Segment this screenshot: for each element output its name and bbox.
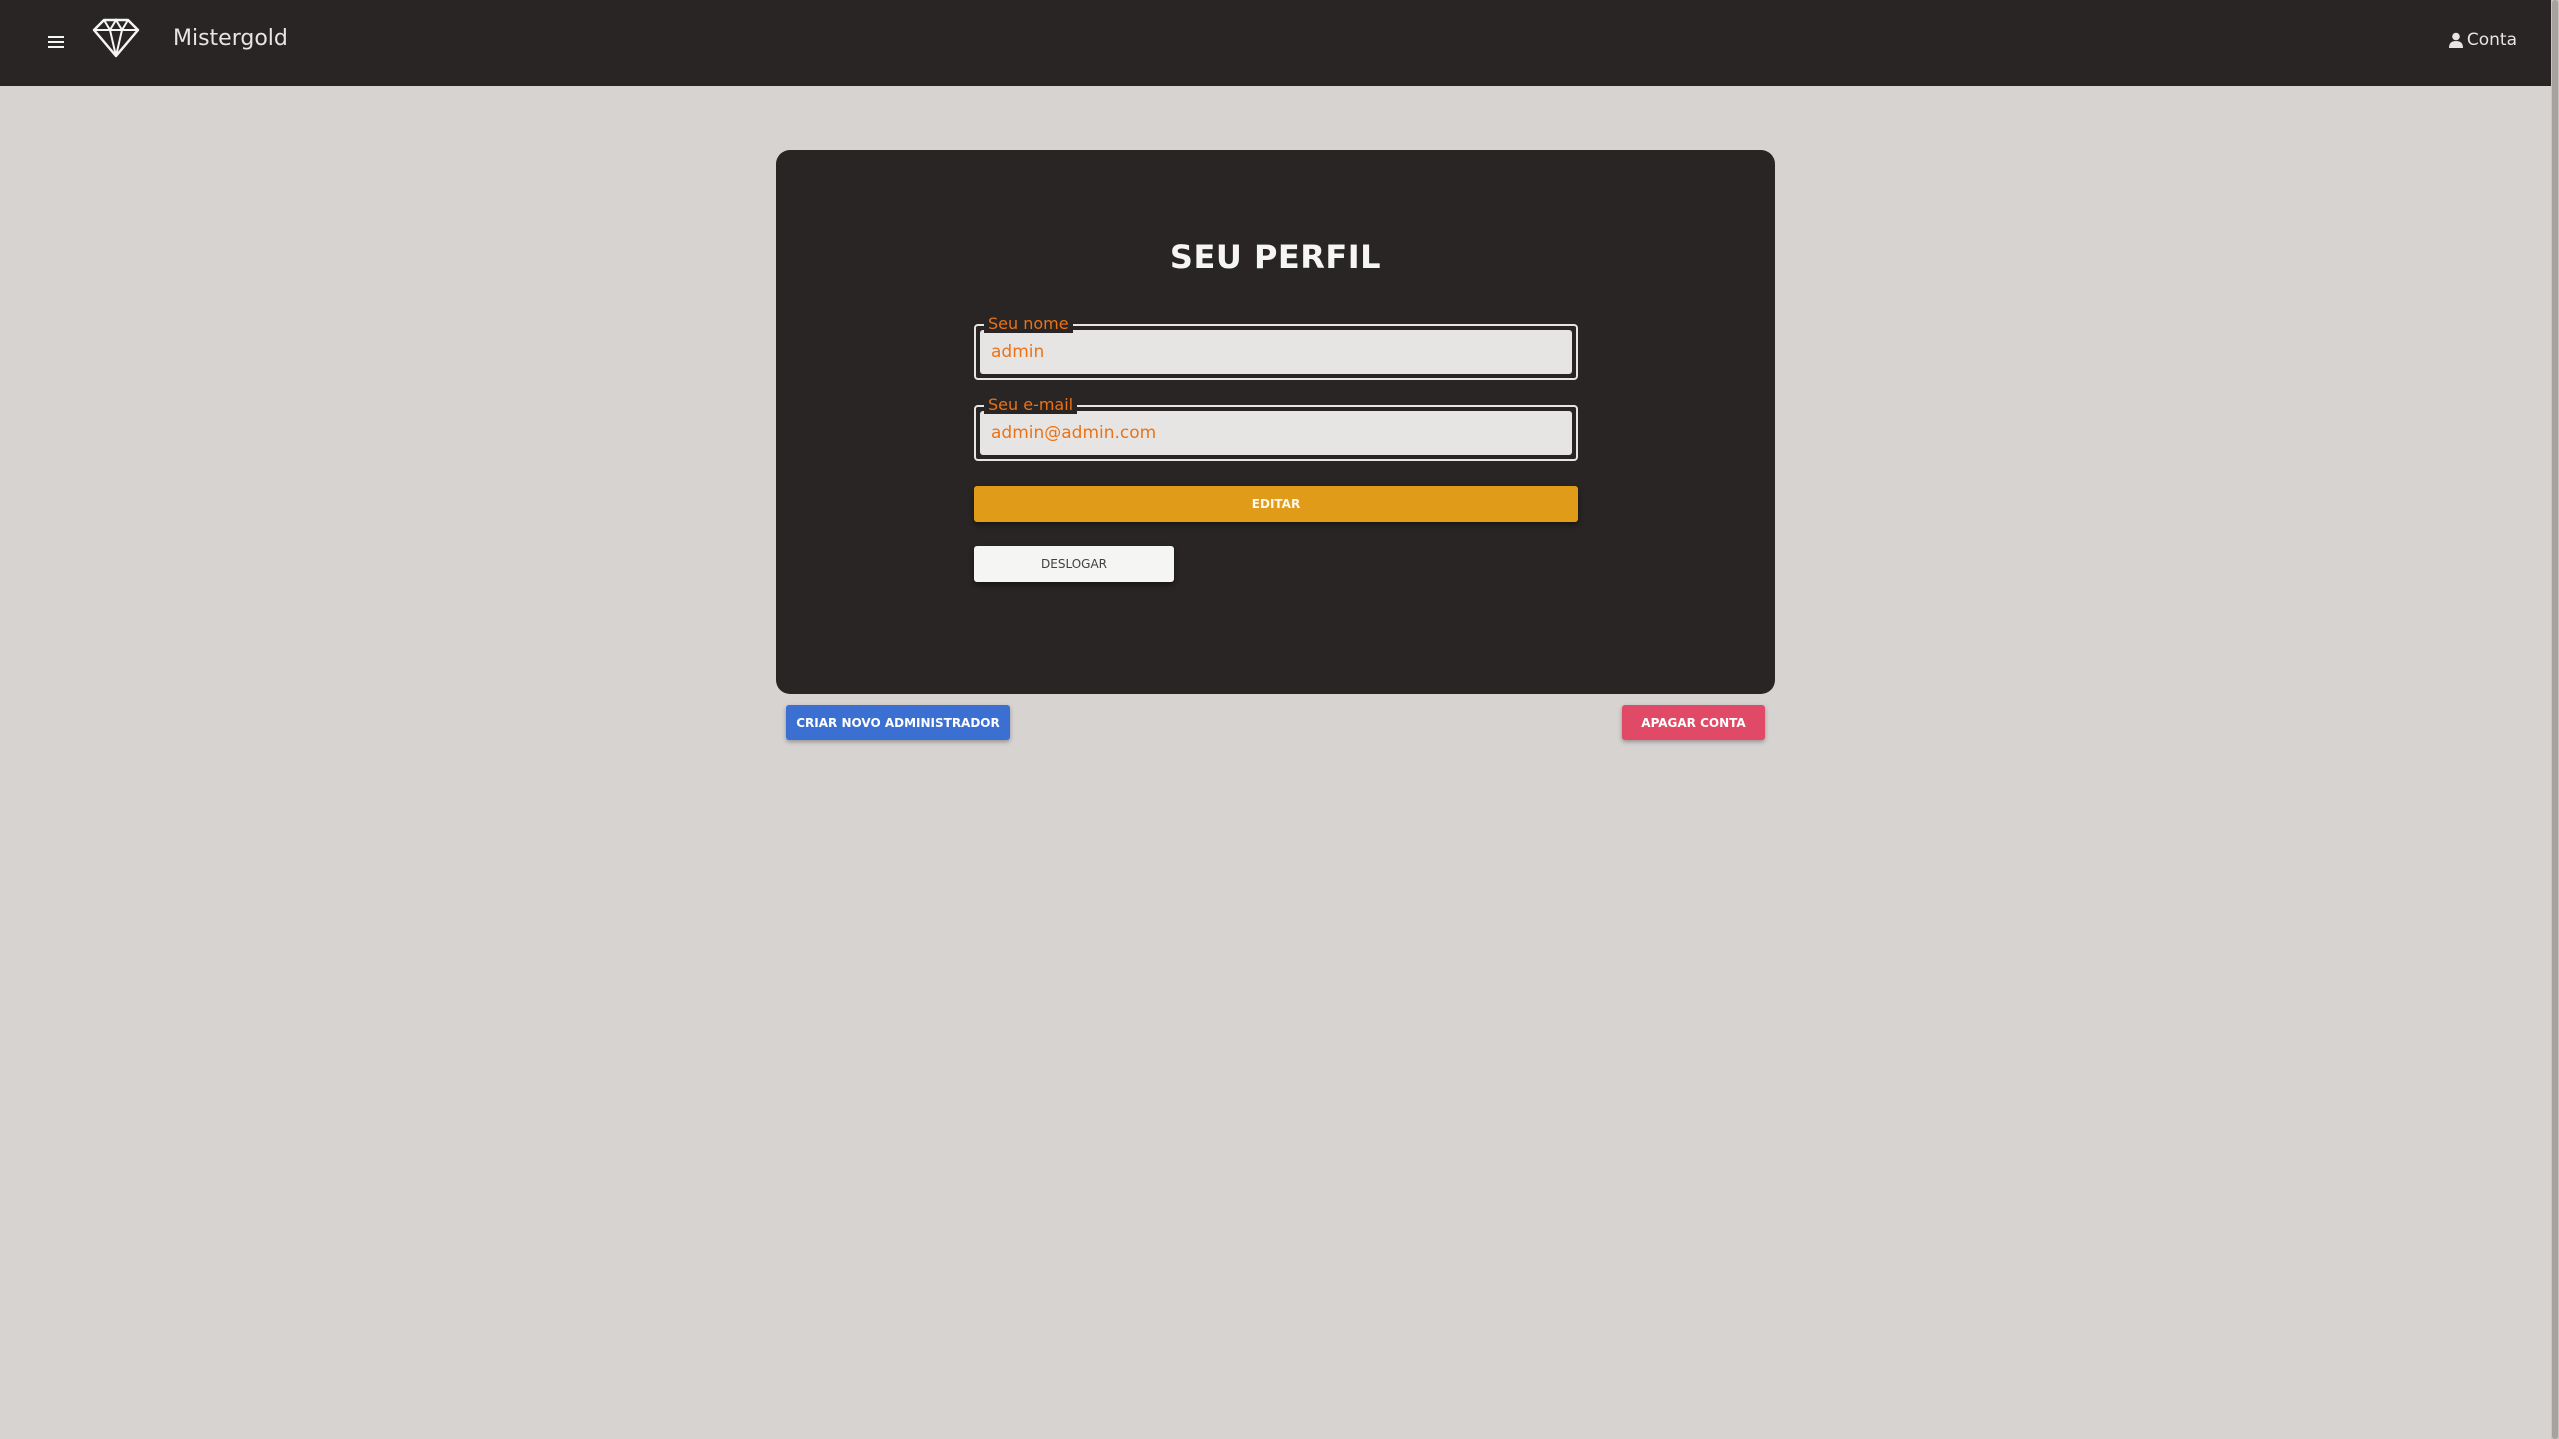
- edit-button[interactable]: EDITAR: [974, 486, 1578, 522]
- logout-button[interactable]: DESLOGAR: [974, 546, 1174, 582]
- page-scrollbar[interactable]: [2551, 0, 2559, 1439]
- name-field-label: Seu nome: [984, 315, 1073, 333]
- account-label: Conta: [2466, 30, 2517, 50]
- top-navbar: Mistergold Conta: [0, 0, 2551, 86]
- page-title: SEU PERFIL: [1169, 238, 1382, 276]
- create-admin-button[interactable]: CRIAR NOVO ADMINISTRADOR: [786, 705, 1010, 740]
- email-field: Seu e-mail: [974, 396, 1578, 461]
- name-field: Seu nome: [974, 315, 1578, 380]
- brand-name[interactable]: Mistergold: [173, 26, 288, 51]
- delete-account-button[interactable]: APAGAR CONTA: [1622, 705, 1765, 740]
- name-input[interactable]: [980, 330, 1572, 374]
- email-field-label: Seu e-mail: [984, 396, 1078, 414]
- email-input[interactable]: [980, 411, 1572, 455]
- diamond-logo-icon[interactable]: [90, 18, 142, 58]
- account-menu[interactable]: Conta: [2448, 30, 2517, 50]
- hamburger-menu-icon[interactable]: [44, 30, 68, 54]
- user-icon: [2448, 32, 2463, 48]
- profile-card: SEU PERFIL Seu nome Seu e-mail EDITAR DE…: [776, 150, 1775, 694]
- scrollbar-thumb[interactable]: [2552, 0, 2558, 1439]
